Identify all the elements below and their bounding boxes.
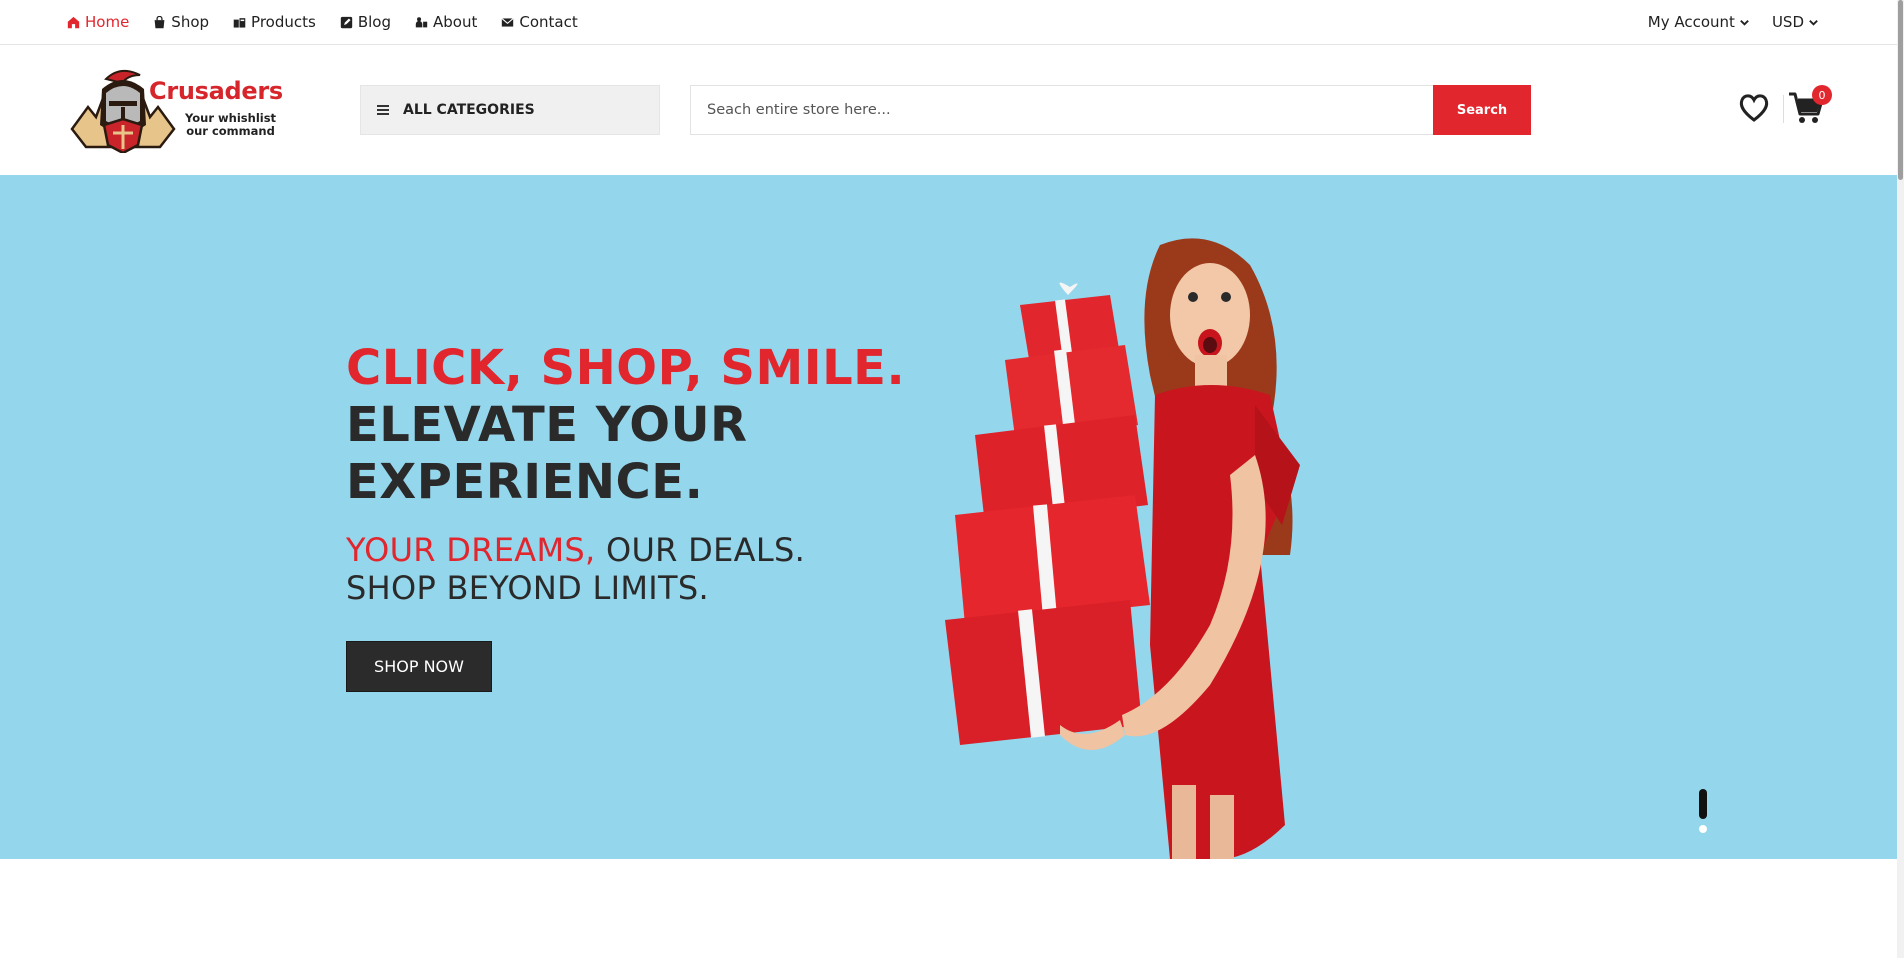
top-right-controls: My Account USD: [1648, 0, 1819, 44]
hero-headline-line-1: CLICK, SHOP, SMILE.: [346, 340, 906, 396]
all-categories-button[interactable]: ALL CATEGORIES: [360, 85, 660, 135]
nav-shop-label: Shop: [171, 13, 210, 31]
brand-tagline: Your whishlist our command: [185, 112, 276, 138]
boxes-icon: [233, 17, 246, 28]
my-account-dropdown[interactable]: My Account: [1648, 13, 1750, 31]
top-bar: Home Shop Products Blog About Contact My…: [0, 0, 1897, 45]
my-account-label: My Account: [1647, 13, 1735, 31]
chevron-down-icon: [1809, 19, 1818, 26]
nav-blog-label: Blog: [357, 13, 391, 31]
chevron-down-icon: [1740, 19, 1749, 26]
nav-about-label: About: [432, 13, 478, 31]
menu-icon: [377, 105, 389, 115]
nav-products[interactable]: Products: [233, 13, 316, 31]
woman-with-gift-boxes-image: [945, 238, 1300, 859]
slider-dot[interactable]: [1699, 825, 1707, 833]
nav-home-label: Home: [85, 13, 130, 31]
tagline-line-2: our command: [186, 124, 275, 138]
shopping-bag-icon: [154, 15, 165, 28]
heart-icon[interactable]: [1738, 93, 1770, 123]
header-divider: [1783, 95, 1784, 123]
hero-subtitle-line-2: SHOP BEYOND LIMITS.: [346, 569, 709, 607]
nav-shop[interactable]: Shop: [153, 13, 209, 31]
nav-about[interactable]: About: [415, 13, 477, 31]
hero-copy: CLICK, SHOP, SMILE. ELEVATE YOUR EXPERIE…: [346, 340, 905, 607]
currency-label: USD: [1771, 13, 1804, 31]
main-header: Crusaders Your whishlist our command ALL…: [0, 45, 1897, 175]
nav-home[interactable]: Home: [67, 13, 129, 31]
nav-contact-label: Contact: [519, 13, 578, 31]
nav-contact[interactable]: Contact: [501, 13, 578, 31]
scrollbar-thumb[interactable]: [1898, 0, 1903, 180]
search-button[interactable]: Search: [1433, 85, 1531, 135]
shop-now-button[interactable]: SHOP NOW: [346, 641, 492, 692]
hero-subtitle-line-1: YOUR DREAMS, OUR DEALS.: [346, 531, 905, 569]
hero-subtitle-red: YOUR DREAMS,: [346, 531, 596, 569]
all-categories-label: ALL CATEGORIES: [403, 102, 535, 118]
people-icon: [415, 16, 428, 27]
top-nav: Home Shop Products Blog About Contact: [67, 0, 578, 44]
hero-subtitle: YOUR DREAMS, OUR DEALS. SHOP BEYOND LIMI…: [346, 531, 905, 607]
hero-headline-line-3: EXPERIENCE.: [346, 454, 704, 510]
slider-dot-active[interactable]: [1699, 789, 1707, 819]
home-icon: [67, 16, 80, 28]
currency-dropdown[interactable]: USD: [1772, 13, 1819, 31]
slider-pagination: [1699, 789, 1707, 833]
edit-icon: [340, 16, 352, 28]
nav-products-label: Products: [251, 13, 316, 31]
hero-subtitle-dark: OUR DEALS.: [595, 531, 806, 569]
brand-name[interactable]: Crusaders: [149, 77, 283, 105]
hero-headline-line-2: ELEVATE YOUR: [346, 397, 748, 453]
nav-blog[interactable]: Blog: [340, 13, 391, 31]
cart-count-badge: 0: [1812, 85, 1832, 105]
search-bar: Search: [690, 85, 1531, 135]
search-input[interactable]: [691, 86, 1433, 134]
envelope-icon: [501, 17, 514, 27]
hero-banner: CLICK, SHOP, SMILE. ELEVATE YOUR EXPERIE…: [0, 175, 1897, 859]
